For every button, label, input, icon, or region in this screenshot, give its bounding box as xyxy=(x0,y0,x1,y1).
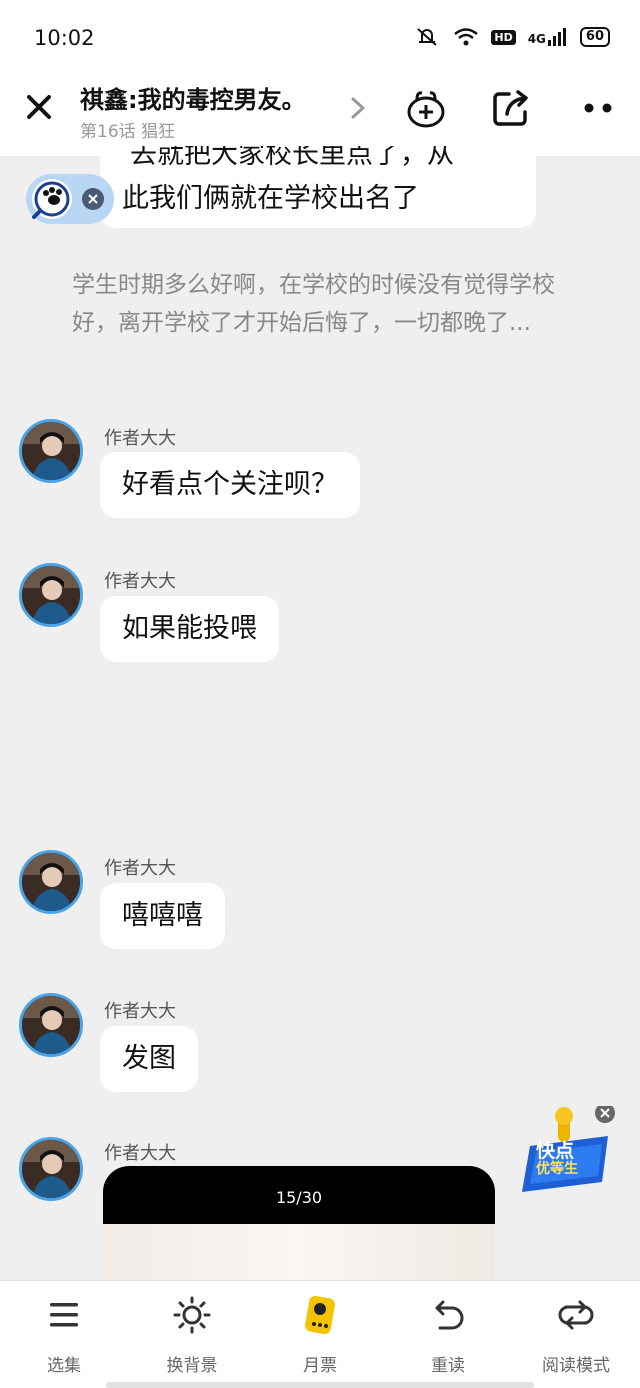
message-text-partial: 去就把大家校长里点了，从 xyxy=(130,146,454,170)
status-icons: HD 4G 60 xyxy=(413,26,610,48)
author-name: 作者大大 xyxy=(104,1143,176,1164)
author-name: 作者大大 xyxy=(104,428,176,449)
message-bubble: 嘻嘻嘻 xyxy=(100,883,225,949)
message-text: 此我们俩就在学校出名了 xyxy=(122,183,419,214)
reread-icon xyxy=(428,1295,468,1335)
mute-icon xyxy=(417,28,438,46)
floating-pet-widget[interactable] xyxy=(26,174,114,224)
hd-badge: HD xyxy=(491,29,516,45)
close-widget-icon[interactable] xyxy=(82,188,104,210)
avatar-photo xyxy=(22,422,80,480)
author-avatar[interactable] xyxy=(19,563,83,627)
tab-background[interactable]: 换背景 xyxy=(128,1281,256,1381)
close-icon[interactable] xyxy=(24,92,54,122)
message-bubble: 好看点个关注呗？ xyxy=(100,452,360,518)
author-avatar[interactable] xyxy=(19,1137,83,1201)
battery-indicator: 60 xyxy=(579,27,610,47)
share-button[interactable] xyxy=(489,86,533,130)
promo-line2: 优等生 xyxy=(536,1161,578,1177)
author-avatar[interactable] xyxy=(19,419,83,483)
status-time: 10:02 xyxy=(34,26,95,50)
tab-label: 选集 xyxy=(47,1356,81,1376)
avatar-photo xyxy=(22,566,80,624)
add-favorite-button[interactable] xyxy=(404,86,448,130)
home-indicator[interactable] xyxy=(106,1382,534,1388)
bottom-toolbar: 选集 换背景 月票 重读 阅读模式 xyxy=(0,1280,640,1388)
more-button[interactable] xyxy=(576,86,620,130)
message-bubble: 去就把大家校长里点了，从 此我们俩就在学校出名了 xyxy=(100,146,536,228)
wifi-icon xyxy=(454,28,479,46)
author-name: 作者大大 xyxy=(104,858,176,879)
tab-episodes[interactable]: 选集 xyxy=(0,1281,128,1381)
share-icon xyxy=(493,90,528,126)
more-icon xyxy=(584,103,612,113)
tab-label: 换背景 xyxy=(166,1356,218,1376)
chevron-right-icon[interactable] xyxy=(348,96,368,120)
reader-header: 祺鑫:我的毒控男友。 第16话 猖狂 xyxy=(0,76,640,156)
ticket-icon xyxy=(300,1295,340,1335)
promo-badge[interactable]: 快点 优等生 xyxy=(512,1106,618,1204)
tab-monthly-ticket[interactable]: 月票 xyxy=(256,1281,384,1381)
status-bar: 10:02 HD 4G 60 xyxy=(0,0,640,76)
network-label: 4G xyxy=(527,32,546,46)
image-page-counter: 15/30 xyxy=(275,1188,323,1207)
list-icon xyxy=(44,1295,84,1335)
chapter-subtitle: 第16话 猖狂 xyxy=(80,122,176,142)
paw-lens-icon xyxy=(32,179,72,219)
tab-label: 重读 xyxy=(431,1356,465,1376)
signal-icon xyxy=(547,28,566,46)
image-message[interactable]: 15/30 xyxy=(103,1166,495,1296)
tab-label: 月票 xyxy=(303,1356,337,1376)
message-bubble: 如果能投喂 xyxy=(100,596,279,662)
author-avatar[interactable] xyxy=(19,850,83,914)
message-bubble: 发图 xyxy=(100,1026,198,1092)
add-bag-icon xyxy=(407,91,445,128)
mode-icon xyxy=(556,1295,596,1335)
tab-reread[interactable]: 重读 xyxy=(384,1281,512,1381)
avatar-photo xyxy=(22,1140,80,1198)
signal-indicator: 4G xyxy=(528,28,568,46)
narration-text: 学生时期多么好啊，在学校的时候没有觉得学校好，离开学校了才开始后悔了，一切都晚了… xyxy=(72,272,555,336)
author-name: 作者大大 xyxy=(104,571,176,592)
avatar-photo xyxy=(22,853,80,911)
author-avatar[interactable] xyxy=(19,993,83,1057)
tab-label: 阅读模式 xyxy=(542,1356,610,1376)
tab-reading-mode[interactable]: 阅读模式 xyxy=(512,1281,640,1381)
sun-icon xyxy=(172,1295,212,1335)
author-name: 作者大大 xyxy=(104,1001,176,1022)
avatar-photo xyxy=(22,996,80,1054)
story-title[interactable]: 祺鑫:我的毒控男友。 xyxy=(80,80,306,115)
